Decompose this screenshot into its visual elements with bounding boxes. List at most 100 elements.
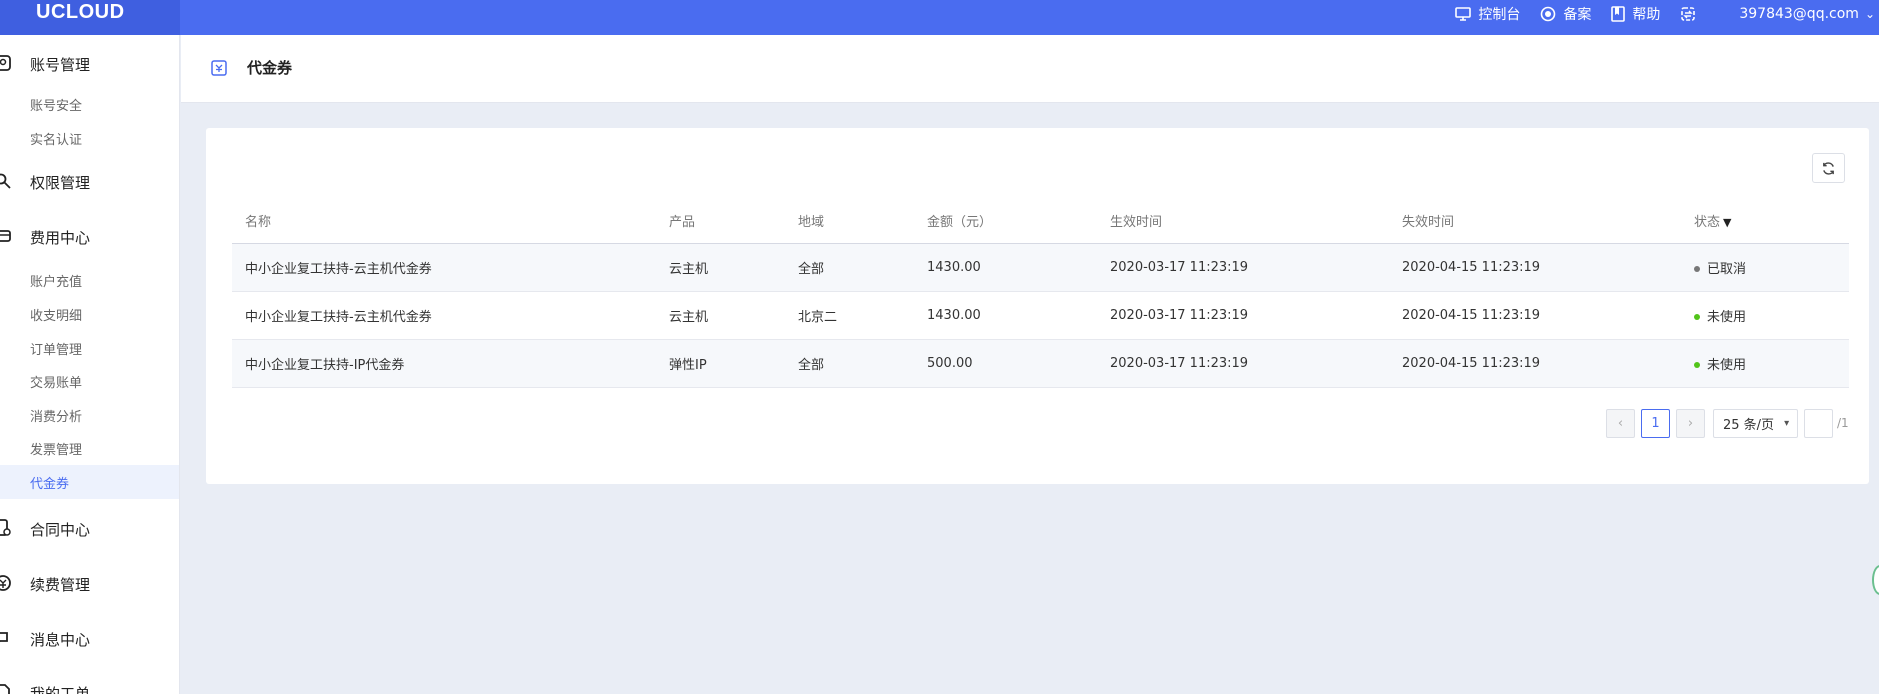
sidebar-item-label: 账号安全 — [30, 99, 83, 114]
chevron-down-icon: ▾ — [1784, 417, 1790, 429]
status-text: 未使用 — [1707, 309, 1747, 325]
sidebar-group-label: 我的工单 — [30, 685, 91, 694]
refresh-button[interactable] — [1812, 153, 1845, 183]
sidebar-item-orders[interactable]: 订单管理 — [0, 331, 179, 365]
top-nav: 控制台 备案 帮助 397843@qq.com ⌄ — [1435, 0, 1879, 28]
sidebar-item-account-security[interactable]: 账号安全 — [0, 87, 179, 121]
nav-transfer[interactable] — [1680, 6, 1703, 22]
cell-product: 云主机 — [656, 243, 785, 292]
renew-icon — [0, 575, 11, 591]
prev-page-button[interactable]: ‹ — [1606, 408, 1635, 438]
page-1-button[interactable]: 1 — [1641, 408, 1670, 438]
page-size-select[interactable]: 25 条/页 ▾ — [1713, 408, 1798, 438]
cell-name: 中小企业复工扶持-云主机代金券 — [232, 291, 656, 340]
book-icon — [1611, 6, 1626, 22]
sidebar-group-renew[interactable]: 续费管理 — [0, 568, 179, 598]
sidebar-item-label: 账户充值 — [30, 275, 83, 290]
table-row: 中小企业复工扶持-IP代金券 弹性IP 全部 500.00 2020-03-17… — [232, 339, 1849, 388]
sidebar-group-contract[interactable]: 合同中心 — [0, 513, 179, 543]
column-header-region: 地域 — [785, 198, 914, 244]
account-icon — [0, 55, 11, 71]
voucher-icon — [211, 60, 227, 76]
table-header-row: 名称 产品 地域 金额（元） 生效时间 失效时间 状态 ▼ — [232, 198, 1849, 244]
cell-region: 北京二 — [785, 291, 914, 340]
nav-help[interactable]: 帮助 — [1611, 4, 1660, 24]
cell-status: 未使用 — [1681, 339, 1849, 388]
sidebar-item-label: 收支明细 — [30, 309, 83, 324]
cell-start-time: 2020-03-17 11:23:19 — [1097, 243, 1389, 292]
wallet-icon — [0, 230, 11, 242]
sidebar-item-real-name[interactable]: 实名认证 — [0, 121, 179, 155]
cell-name: 中小企业复工扶持-云主机代金券 — [232, 243, 656, 292]
content-header: 代金券 — [181, 35, 1879, 103]
voucher-table: 名称 产品 地域 金额（元） 生效时间 失效时间 状态 ▼ 中小企业复工扶持-云主… — [232, 198, 1849, 388]
column-header-start-time: 生效时间 — [1097, 198, 1389, 244]
cell-start-time: 2020-03-17 11:23:19 — [1097, 339, 1389, 388]
sidebar-group-label: 消息中心 — [30, 631, 91, 649]
column-header-status[interactable]: 状态 ▼ — [1681, 198, 1849, 244]
nav-record[interactable]: 备案 — [1540, 4, 1591, 24]
sidebar-group-ticket[interactable]: 我的工单 — [0, 677, 179, 694]
page-size-label: 25 条/页 — [1723, 417, 1775, 433]
status-dot — [1694, 362, 1700, 368]
page-total: /1 — [1837, 416, 1849, 430]
pagination: ‹ 1 › 25 条/页 ▾ /1 — [1606, 408, 1849, 438]
next-page-button[interactable]: › — [1676, 408, 1705, 438]
sidebar-item-analysis[interactable]: 消费分析 — [0, 398, 179, 432]
filter-icon[interactable]: ▼ — [1723, 216, 1731, 229]
cell-end-time: 2020-04-15 11:23:19 — [1389, 339, 1681, 388]
nav-help-label: 帮助 — [1632, 7, 1661, 23]
sidebar-item-label: 代金券 — [30, 477, 70, 492]
sidebar-group-permission[interactable]: 权限管理 — [0, 166, 179, 196]
floating-help-bubble[interactable] — [1872, 565, 1879, 595]
contract-icon — [0, 519, 11, 536]
status-text: 已取消 — [1707, 261, 1747, 277]
sidebar-group-account[interactable]: 账号管理 — [0, 48, 179, 78]
refresh-icon — [1823, 161, 1834, 175]
sidebar-group-label: 合同中心 — [30, 521, 91, 539]
nav-console[interactable]: 控制台 — [1455, 4, 1520, 24]
sidebar-group-message[interactable]: 消息中心 — [0, 623, 179, 653]
sidebar-item-bills[interactable]: 交易账单 — [0, 364, 179, 398]
status-dot — [1694, 314, 1700, 320]
cell-amount: 1430.00 — [914, 291, 1097, 340]
cell-end-time: 2020-04-15 11:23:19 — [1389, 243, 1681, 292]
sidebar: 账号管理 账号安全 实名认证 权限管理 费用中心 账户充值 收支明细 订单管理 … — [0, 35, 180, 694]
status-text: 未使用 — [1707, 357, 1747, 373]
nav-record-label: 备案 — [1563, 7, 1592, 23]
sidebar-item-label: 消费分析 — [30, 410, 83, 425]
cell-region: 全部 — [785, 243, 914, 292]
cell-end-time: 2020-04-15 11:23:19 — [1389, 291, 1681, 340]
user-email: 397843@qq.com — [1739, 6, 1859, 22]
sidebar-item-label: 发票管理 — [30, 443, 83, 458]
ticket-icon — [0, 684, 10, 694]
top-bar: UCLOUD 控制台 备案 帮助 397843@qq.com ⌄ — [0, 0, 1879, 35]
record-icon — [1541, 6, 1556, 22]
user-menu[interactable]: 397843@qq.com ⌄ — [1739, 6, 1875, 22]
table-row: 中小企业复工扶持-云主机代金券 云主机 全部 1430.00 2020-03-1… — [232, 243, 1849, 292]
voucher-card: 名称 产品 地域 金额（元） 生效时间 失效时间 状态 ▼ 中小企业复工扶持-云主… — [206, 128, 1869, 484]
sidebar-item-label: 交易账单 — [30, 376, 83, 391]
message-icon — [0, 632, 8, 643]
transfer-icon — [1681, 7, 1696, 21]
sidebar-item-invoice[interactable]: 发票管理 — [0, 431, 179, 465]
sidebar-group-label: 续费管理 — [30, 576, 91, 594]
chevron-down-icon: ⌄ — [1864, 7, 1875, 21]
sidebar-group-billing[interactable]: 费用中心 — [0, 221, 179, 251]
nav-console-label: 控制台 — [1478, 7, 1521, 23]
cell-product: 云主机 — [656, 291, 785, 340]
logo-area[interactable]: UCLOUD — [0, 0, 180, 35]
column-header-end-time: 失效时间 — [1389, 198, 1681, 244]
status-dot — [1694, 266, 1700, 272]
sidebar-item-recharge[interactable]: 账户充值 — [0, 263, 179, 297]
sidebar-item-label: 实名认证 — [30, 133, 83, 148]
sidebar-group-label: 权限管理 — [30, 174, 91, 192]
cell-product: 弹性IP — [656, 339, 785, 388]
sidebar-group-label: 费用中心 — [30, 229, 91, 247]
cell-amount: 500.00 — [914, 339, 1097, 388]
logo[interactable]: UCLOUD — [36, 1, 125, 24]
sidebar-item-voucher[interactable]: 代金券 — [0, 465, 179, 499]
sidebar-item-transactions[interactable]: 收支明细 — [0, 297, 179, 331]
table-row: 中小企业复工扶持-云主机代金券 云主机 北京二 1430.00 2020-03-… — [232, 291, 1849, 340]
page-jump-input[interactable] — [1804, 408, 1833, 438]
